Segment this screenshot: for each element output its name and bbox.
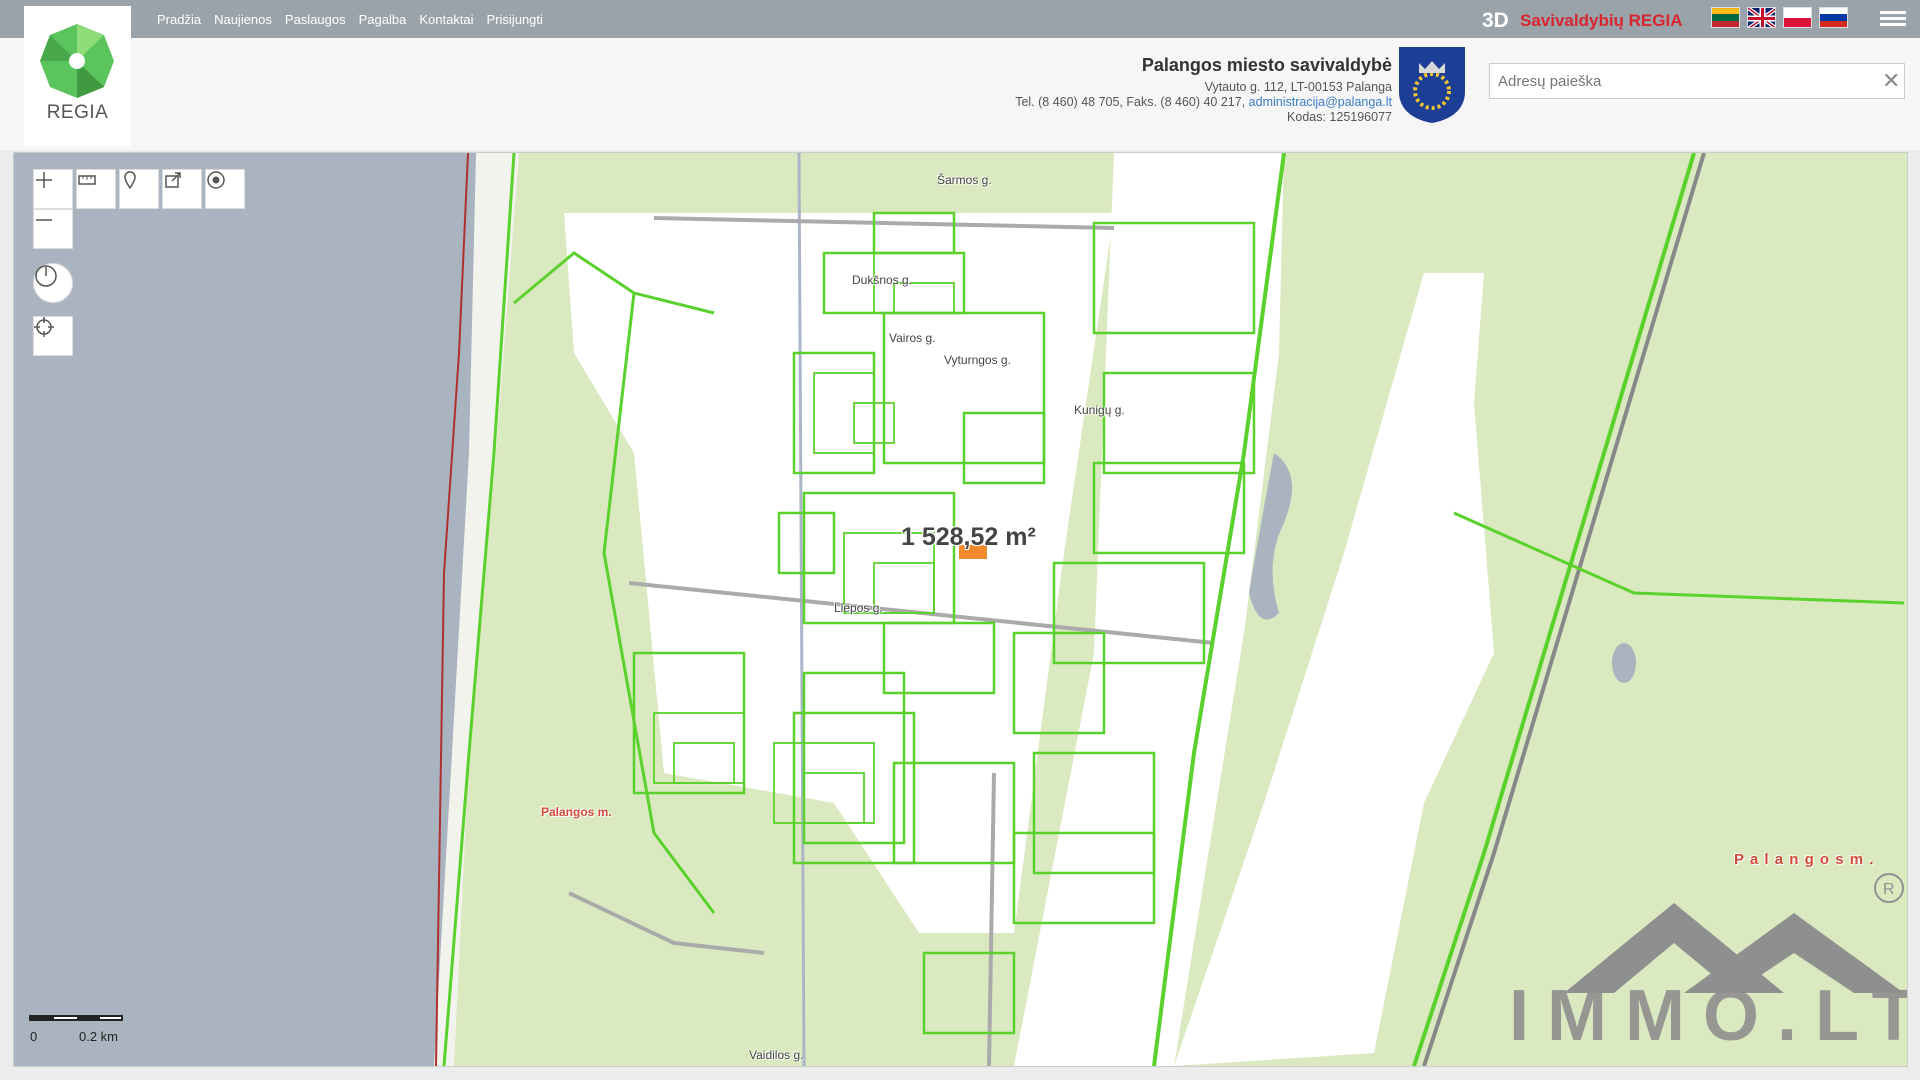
brand-name[interactable]: Savivaldybių REGIA <box>1520 11 1683 31</box>
municipality-email-link[interactable]: administracija@palanga.lt <box>1249 95 1392 109</box>
brand-3d[interactable]: 3D <box>1482 9 1509 33</box>
marker-button[interactable] <box>119 169 159 209</box>
target-button[interactable] <box>205 169 245 209</box>
locate-button[interactable] <box>33 316 73 356</box>
street-label-duksnos: Dukšnos g. <box>852 273 913 287</box>
nav-item-paslaugos[interactable]: Paslaugos <box>285 12 346 27</box>
address-search-input[interactable] <box>1489 63 1905 99</box>
scale-end-label: 0.2 km <box>79 1029 119 1044</box>
plus-icon <box>36 172 52 188</box>
flag-ru-icon[interactable] <box>1819 7 1848 28</box>
street-label-vaidilos: Vaidilos g. <box>749 1048 804 1062</box>
small-pond <box>1612 643 1636 683</box>
main-nav: Pradžia Naujienos Paslaugos Pagalba Kont… <box>157 0 556 38</box>
nav-item-kontaktai[interactable]: Kontaktai <box>419 12 473 27</box>
nav-item-pagalba[interactable]: Pagalba <box>359 12 407 27</box>
flag-en-icon[interactable] <box>1747 7 1776 28</box>
radio-target-icon <box>207 171 225 189</box>
municipality-address: Vytauto g. 112, LT-00153 Palanga <box>1204 80 1392 94</box>
street-label-vyturngos: Vyturngos g. <box>944 353 1011 367</box>
nav-item-naujienos[interactable]: Naujienos <box>214 12 272 27</box>
nav-item-prisijungti[interactable]: Prisijungti <box>487 12 543 27</box>
municipality-phone: Tel. (8 460) 48 705, Faks. (8 460) 40 21… <box>1015 95 1246 109</box>
scale-bar <box>29 1015 123 1021</box>
municipality-title: Palangos miesto savivaldybė <box>1141 55 1392 75</box>
municipality-code: Kodas: 125196077 <box>1287 110 1392 124</box>
clear-search-icon[interactable]: ✕ <box>1882 68 1900 94</box>
minus-icon <box>36 219 52 221</box>
street-label-vairos: Vairos g. <box>889 331 936 345</box>
flag-pl-icon[interactable] <box>1783 7 1812 28</box>
share-icon <box>165 172 181 188</box>
union-jack-icon <box>1748 8 1775 27</box>
municipality-info: Palangos miesto savivaldybė Vytauto g. 1… <box>1015 55 1392 125</box>
ruler-icon <box>78 175 96 185</box>
compass-icon <box>35 265 57 287</box>
measure-button[interactable] <box>76 169 116 209</box>
street-label-sarmos: Šarmos g. <box>937 173 992 187</box>
zoom-in-button[interactable] <box>33 169 73 209</box>
place-label-palanga: Palangos m. <box>541 805 612 819</box>
scale-start-label: 0 <box>30 1029 38 1044</box>
zoom-out-button[interactable] <box>33 209 73 249</box>
street-label-liepos: Liepos g. <box>834 601 883 615</box>
hamburger-menu-icon[interactable] <box>1880 8 1906 30</box>
rotate-button[interactable] <box>33 263 73 303</box>
map-canvas[interactable]: Šarmos g. Dukšnos g. Vairos g. Vyturngos… <box>13 152 1908 1067</box>
watermark-text: IMMO.LT <box>1509 976 1908 1056</box>
crosshair-icon <box>34 317 54 337</box>
street-label-kunigu: Kunigų g. <box>1074 403 1125 417</box>
logo-text: REGIA <box>46 102 109 123</box>
flag-lt-icon[interactable] <box>1711 7 1740 28</box>
regia-logo[interactable]: REGIA <box>24 6 131 146</box>
svg-text:R: R <box>1883 881 1895 898</box>
pin-icon <box>124 171 136 190</box>
nav-item-pradzia[interactable]: Pradžia <box>157 12 201 27</box>
share-button[interactable] <box>162 169 202 209</box>
regia-logo-icon <box>40 24 114 98</box>
palanga-crest-icon <box>1399 47 1465 123</box>
area-measurement-label: 1 528,52 m² <box>901 523 1036 551</box>
